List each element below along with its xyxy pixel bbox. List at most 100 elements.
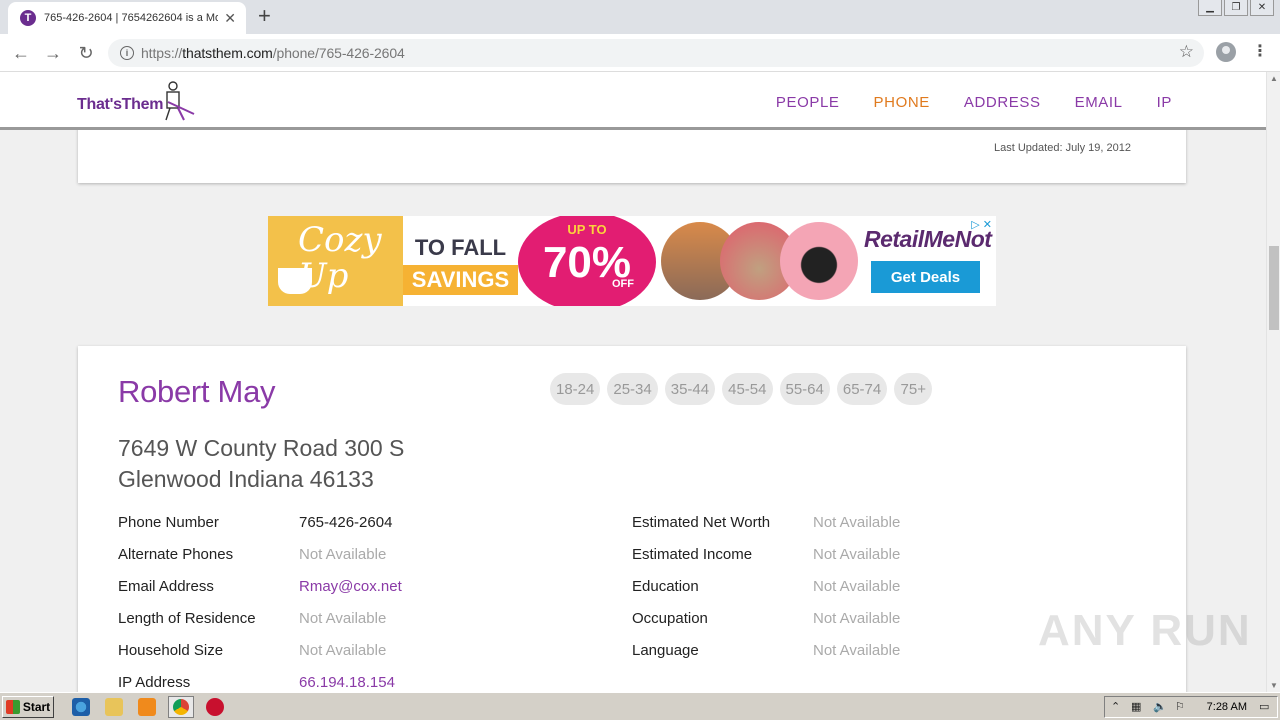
system-tray: ⌃ ▦ 🔈 ⚐ 7:28 AM ▭ xyxy=(1104,696,1278,718)
window-controls: ▁ ❐ ✕ xyxy=(1198,0,1274,16)
ad-get-deals-button[interactable]: Get Deals xyxy=(871,261,980,293)
browser-menu-icon[interactable]: ⋮ xyxy=(1252,41,1268,61)
volume-icon[interactable]: 🔈 xyxy=(1153,700,1167,714)
detail-value-alternate-phones: Not Available xyxy=(299,546,387,563)
windows-taskbar: Start ⌃ ▦ 🔈 ⚐ 7:28 AM ▭ xyxy=(0,692,1280,720)
detail-label-net-worth: Estimated Net Worth xyxy=(632,514,771,531)
nav-phone[interactable]: PHONE xyxy=(874,94,930,111)
ad-shoe-image xyxy=(780,222,858,300)
ad-up-to-text: UP TO xyxy=(567,222,607,237)
detail-value-email-link[interactable]: Rmay@cox.net xyxy=(299,578,402,595)
detail-label-ip-address: IP Address xyxy=(118,674,191,691)
browser-tab-strip: T 765-426-2604 | 7654262604 is a Mo ✕ + … xyxy=(0,0,1280,34)
site-info-icon[interactable]: i xyxy=(120,46,134,60)
ad-cozy-panel: Cozy Up xyxy=(268,216,403,306)
age-range-pills: 18-24 25-34 35-44 45-54 55-64 65-74 75+ xyxy=(550,373,933,405)
site-header: That'sThem PEOPLE PHONE ADDRESS EMAIL IP xyxy=(0,72,1266,130)
ad-to-fall-text: TO FALL xyxy=(403,231,518,265)
main-nav: PEOPLE PHONE ADDRESS EMAIL IP xyxy=(776,94,1266,111)
address-bar[interactable]: i https://thatsthem.com/phone/765-426-26… xyxy=(108,39,1204,67)
ad-discount-badge: UP TO 70% OFF xyxy=(518,216,656,306)
new-tab-icon[interactable]: + xyxy=(258,5,271,27)
close-tab-icon[interactable]: ✕ xyxy=(224,10,236,27)
show-desktop-icon[interactable]: ▭ xyxy=(1259,700,1273,714)
age-pill-35-44: 35-44 xyxy=(664,373,716,405)
url-text: https://thatsthem.com/phone/765-426-2604 xyxy=(141,45,405,61)
detail-label-language: Language xyxy=(632,642,699,659)
nav-people[interactable]: PEOPLE xyxy=(776,94,840,111)
scrollbar-thumb[interactable] xyxy=(1269,246,1279,330)
advertisement-banner[interactable]: Cozy Up TO FALL SAVINGS UP TO 70% OFF Ret… xyxy=(268,216,996,306)
detail-label-income: Estimated Income xyxy=(632,546,753,563)
start-label: Start xyxy=(22,700,51,714)
detail-value-length-of-residence: Not Available xyxy=(299,610,387,627)
detail-label-length-of-residence: Length of Residence xyxy=(118,610,256,627)
tab-title: 765-426-2604 | 7654262604 is a Mo xyxy=(44,12,219,24)
detail-value-occupation: Not Available xyxy=(813,610,901,627)
ad-choices-icon[interactable]: ▷ ✕ xyxy=(971,218,992,231)
tray-expand-icon[interactable]: ⌃ xyxy=(1111,700,1125,714)
back-arrow-icon[interactable]: ← xyxy=(8,40,34,66)
nav-email[interactable]: EMAIL xyxy=(1075,94,1123,111)
detail-label-alternate-phones: Alternate Phones xyxy=(118,546,234,563)
scroll-up-icon[interactable]: ▲ xyxy=(1270,74,1278,83)
age-pill-18-24: 18-24 xyxy=(550,373,601,405)
security-alert-icon[interactable] xyxy=(206,698,224,716)
taskbar-clock[interactable]: 7:28 AM xyxy=(1207,701,1247,713)
site-logo[interactable]: That'sThem xyxy=(77,96,163,114)
browser-toolbar: ← → ↻ i https://thatsthem.com/phone/765-… xyxy=(0,34,1280,72)
profile-avatar-icon[interactable] xyxy=(1216,42,1236,62)
restore-icon[interactable]: ❐ xyxy=(1224,0,1248,16)
detail-label-email: Email Address xyxy=(118,578,214,595)
age-pill-75-plus: 75+ xyxy=(894,373,933,405)
detail-value-income: Not Available xyxy=(813,546,901,563)
person-name-link[interactable]: Robert May xyxy=(118,374,276,410)
detail-value-net-worth: Not Available xyxy=(813,514,901,531)
nav-ip[interactable]: IP xyxy=(1157,94,1172,111)
file-explorer-icon[interactable] xyxy=(105,698,123,716)
last-updated-text: Last Updated: July 19, 2012 xyxy=(994,142,1131,154)
previous-result-card: Last Updated: July 19, 2012 xyxy=(78,122,1186,183)
ad-cozy-text: Cozy Up xyxy=(298,220,382,296)
detail-label-education: Education xyxy=(632,578,699,595)
detail-label-phone: Phone Number xyxy=(118,514,219,531)
detail-value-language: Not Available xyxy=(813,642,901,659)
detail-value-ip-link[interactable]: 66.194.18.154 xyxy=(299,674,395,691)
media-player-icon[interactable] xyxy=(138,698,156,716)
detail-label-household-size: Household Size xyxy=(118,642,224,659)
reload-icon[interactable]: ↻ xyxy=(73,40,99,66)
age-pill-65-74: 65-74 xyxy=(836,373,888,405)
detail-label-occupation: Occupation xyxy=(632,610,708,627)
age-pill-45-54: 45-54 xyxy=(722,373,773,405)
chrome-taskbar-button[interactable] xyxy=(168,696,194,718)
close-window-icon[interactable]: ✕ xyxy=(1250,0,1274,16)
minimize-icon[interactable]: ▁ xyxy=(1198,0,1222,16)
ad-percent-text: 70% xyxy=(542,238,632,287)
address-city-state-zip[interactable]: Glenwood Indiana 46133 xyxy=(118,466,374,493)
network-icon[interactable]: ▦ xyxy=(1131,700,1145,714)
logo-figure-icon xyxy=(165,81,195,121)
bookmark-star-icon[interactable]: ☆ xyxy=(1179,42,1194,62)
site-favicon-icon: T xyxy=(20,10,36,26)
browser-tab[interactable]: T 765-426-2604 | 7654262604 is a Mo ✕ xyxy=(8,2,246,34)
person-result-card: Robert May 18-24 25-34 35-44 45-54 55-64… xyxy=(78,346,1186,692)
nav-address[interactable]: ADDRESS xyxy=(964,94,1041,111)
ad-savings-text: SAVINGS xyxy=(403,265,518,295)
age-pill-25-34: 25-34 xyxy=(607,373,658,405)
anyrun-watermark: ANY RUN xyxy=(1038,606,1252,655)
start-button[interactable]: Start xyxy=(2,696,54,718)
detail-value-phone: 765-426-2604 xyxy=(299,514,393,531)
page-viewport: That'sThem PEOPLE PHONE ADDRESS EMAIL IP… xyxy=(0,72,1266,692)
flag-icon[interactable]: ⚐ xyxy=(1175,700,1189,714)
address-street[interactable]: 7649 W County Road 300 S xyxy=(118,435,404,462)
internet-explorer-icon[interactable] xyxy=(72,698,90,716)
detail-value-household-size: Not Available xyxy=(299,642,387,659)
forward-arrow-icon[interactable]: → xyxy=(40,40,66,66)
age-pill-55-64: 55-64 xyxy=(779,373,830,405)
detail-value-education: Not Available xyxy=(813,578,901,595)
scroll-down-icon[interactable]: ▼ xyxy=(1270,681,1278,690)
windows-logo-icon xyxy=(5,700,20,714)
ad-off-text: OFF xyxy=(612,278,634,290)
chrome-icon xyxy=(173,699,189,715)
page-scrollbar[interactable]: ▲ ▼ xyxy=(1266,72,1280,692)
